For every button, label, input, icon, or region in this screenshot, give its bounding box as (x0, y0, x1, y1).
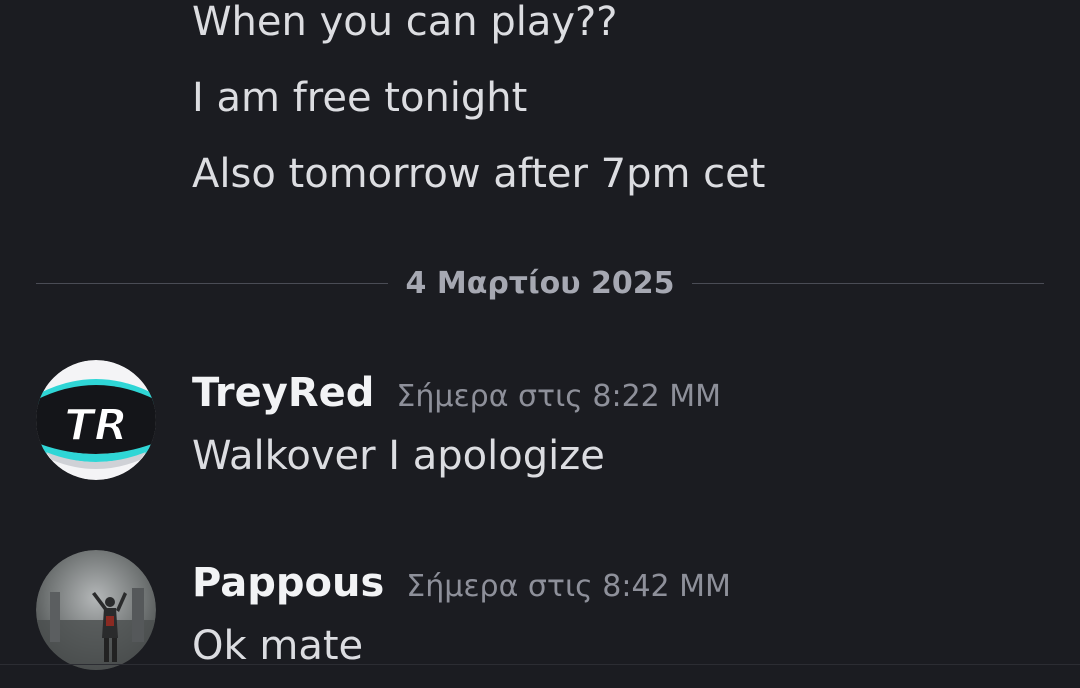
author-name[interactable]: Pappous (192, 560, 384, 606)
composer-divider (0, 664, 1080, 665)
message-header: TreyRed Σήμερα στις 8:22 ΜΜ (192, 370, 721, 416)
avatar[interactable]: TR (36, 360, 156, 480)
message-timestamp: Σήμερα στις 8:22 ΜΜ (396, 379, 722, 414)
message-header: Pappous Σήμερα στις 8:42 ΜΜ (192, 560, 731, 606)
author-name[interactable]: TreyRed (192, 370, 374, 416)
avatar-logo-text: TR (64, 400, 128, 451)
message-timestamp: Σήμερα στις 8:42 ΜΜ (406, 569, 731, 604)
avatar[interactable] (36, 550, 156, 670)
message-text[interactable]: Also tomorrow after 7pm cet (192, 150, 765, 198)
date-divider-label: 4 Μαρτίου 2025 (405, 266, 675, 301)
message-text[interactable]: Ok mate (192, 622, 363, 670)
chat-message-list[interactable]: When you can play?? I am free tonight Al… (0, 0, 1080, 688)
date-divider: 4 Μαρτίου 2025 (36, 262, 1044, 306)
divider-line (36, 283, 388, 284)
message-text[interactable]: When you can play?? (192, 0, 618, 46)
treyred-logo-icon: TR (36, 360, 156, 480)
divider-line (692, 283, 1044, 284)
user-photo-icon (36, 550, 156, 670)
message-text[interactable]: I am free tonight (192, 74, 527, 122)
message-text[interactable]: Walkover I apologize (192, 432, 605, 480)
